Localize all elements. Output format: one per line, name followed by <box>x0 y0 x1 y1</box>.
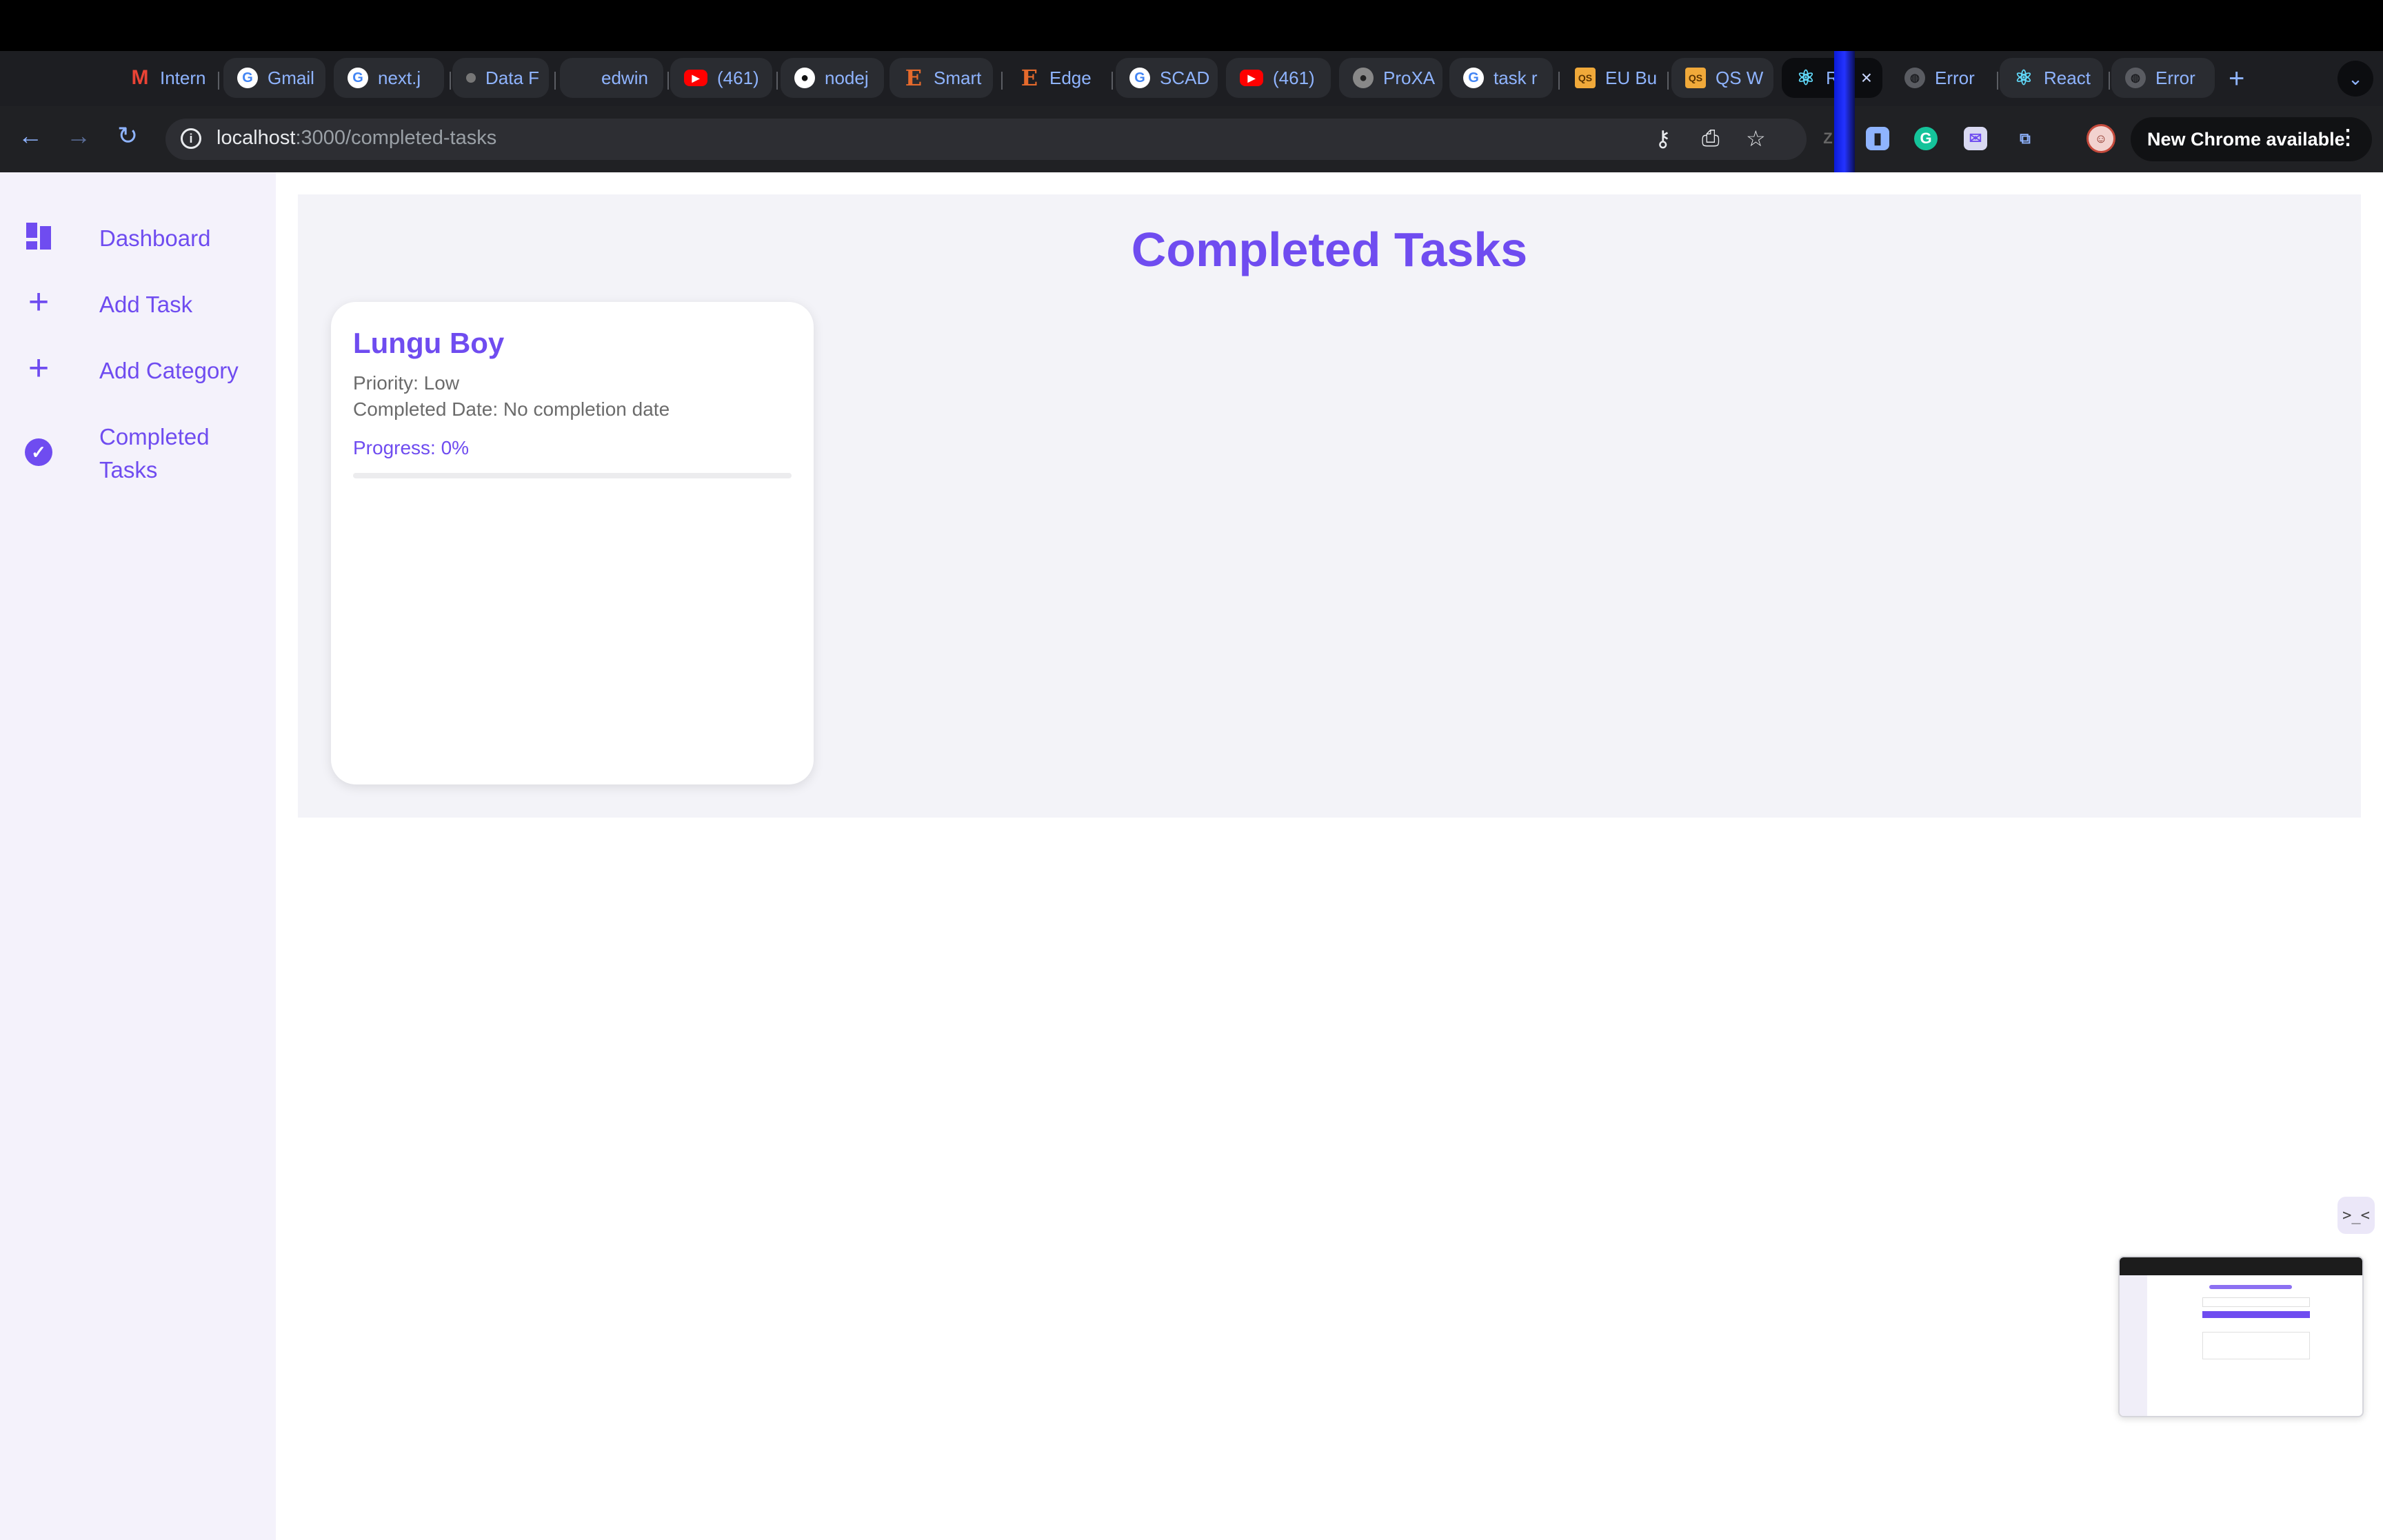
tab-separator <box>450 72 451 90</box>
tab-gmail-intern[interactable]: M Intern <box>116 58 212 98</box>
gmail-icon: M <box>131 66 149 89</box>
tab-search-chevron-icon[interactable]: ⌄ <box>2337 61 2373 97</box>
tab-separator <box>1667 72 1669 90</box>
generic-site-icon <box>466 73 476 83</box>
reload-icon[interactable]: ↻ <box>117 121 138 150</box>
tab-data[interactable]: Data F <box>452 58 549 98</box>
tab-separator <box>667 72 669 90</box>
google-icon: G <box>348 68 368 88</box>
tab-proxa[interactable]: ● ProXA <box>1339 58 1442 98</box>
tab-separator <box>1997 72 1998 90</box>
window-titlebar <box>0 0 2383 51</box>
google-icon: G <box>237 68 258 88</box>
tab-youtube-2[interactable]: ▶ (461) <box>1226 58 1331 98</box>
tab-edge[interactable]: E Edge <box>1005 58 1109 98</box>
plus-icon: + <box>28 348 50 388</box>
tab-error-2[interactable]: ◍ Error <box>2111 58 2215 98</box>
tab-separator <box>218 72 219 90</box>
sidebar-item-completed-tasks[interactable]: ✓ Completed Tasks <box>25 421 237 487</box>
tab-separator <box>554 72 556 90</box>
google-icon: G <box>1129 68 1150 88</box>
tab-eu[interactable]: QS EU Bu <box>1561 58 1663 98</box>
dashboard-icon <box>25 222 52 250</box>
sidebar-item-add-category[interactable]: + Add Category <box>25 348 258 388</box>
task-progress-label: Progress: 0% <box>353 437 470 458</box>
tab-scad[interactable]: G SCAD <box>1116 58 1218 98</box>
task-card[interactable]: Lungu Boy Priority: Low Completed Date: … <box>331 302 814 784</box>
mail-extension-icon[interactable]: ✉ <box>1964 127 1987 150</box>
github-icon: ● <box>794 68 815 88</box>
tab-separator <box>1001 72 1003 90</box>
close-icon[interactable]: × <box>1861 67 1872 89</box>
tab-qs[interactable]: QS QS W <box>1671 58 1773 98</box>
url-text[interactable]: localhost:3000/completed-tasks <box>217 127 496 150</box>
tab-nodejs[interactable]: ● nodej <box>781 58 884 98</box>
site-info-icon[interactable]: i <box>181 128 201 149</box>
tab-nextjs[interactable]: G next.j <box>334 58 444 98</box>
sidebar-item-add-task[interactable]: + Add Task <box>25 282 258 322</box>
globe-icon: ◍ <box>2125 68 2146 88</box>
thumbnail-titlebar <box>2120 1257 2362 1275</box>
youtube-icon: ▶ <box>684 70 707 86</box>
new-tab-icon[interactable]: + <box>2229 63 2244 94</box>
tab-react[interactable]: ⚛ React <box>2000 58 2103 98</box>
install-app-icon[interactable]: ⎙ <box>1702 125 1720 152</box>
grammarly-icon[interactable]: G <box>1914 127 1938 150</box>
tab-smart[interactable]: E Smart <box>889 58 993 98</box>
update-chrome-button[interactable]: New Chrome available ⋮ <box>2131 117 2372 161</box>
e-logo-icon: E <box>1020 65 1038 91</box>
profile-avatar[interactable]: ☺ <box>2087 124 2115 153</box>
thumbnail-heading <box>2209 1285 2292 1289</box>
task-title: Lungu Boy <box>353 327 505 359</box>
tab-separator <box>1112 72 1113 90</box>
tab-youtube-1[interactable]: ▶ (461) <box>670 58 772 98</box>
globe-icon: ◍ <box>1904 68 1925 88</box>
tab-task[interactable]: G task r <box>1449 58 1553 98</box>
thumbnail-input <box>2202 1297 2310 1307</box>
tab-separator <box>2109 72 2110 90</box>
more-menu-icon[interactable]: ⋮ <box>2337 125 2358 150</box>
page-title: Completed Tasks <box>1131 223 1528 276</box>
tab-strip: M Intern G Gmail G next.j Data F edwin ▶… <box>0 51 2383 106</box>
devtools-toggle-button[interactable]: >_< <box>2337 1197 2375 1234</box>
preview-thumbnail[interactable] <box>2118 1256 2364 1417</box>
e-logo-icon: E <box>905 65 923 91</box>
react-icon: ⚛ <box>2014 66 2033 90</box>
tab-gmail[interactable]: G Gmail <box>223 58 325 98</box>
qs-icon: QS <box>1685 68 1706 88</box>
tab-error-1[interactable]: ◍ Error <box>1891 58 1991 98</box>
bookmark-star-icon[interactable]: ☆ <box>1746 125 1766 152</box>
react-icon: ⚛ <box>1796 66 1816 90</box>
tab-edwin[interactable]: edwin <box>560 58 663 98</box>
task-priority: Priority: Low <box>353 372 460 394</box>
forward-icon[interactable]: → <box>66 121 91 150</box>
thumbnail-button <box>2202 1311 2310 1318</box>
tab-separator <box>1558 72 1560 90</box>
reader-extension-icon[interactable]: ▮ <box>1866 127 1889 150</box>
progress-bar <box>353 473 792 478</box>
check-circle-icon: ✓ <box>25 438 52 466</box>
task-completed-date: Completed Date: No completion date <box>353 398 670 420</box>
github-icon: ● <box>1353 68 1374 88</box>
z-extension-icon[interactable]: Z <box>1816 127 1840 150</box>
tab-separator <box>776 72 778 90</box>
decorative-highlight <box>1834 51 1855 172</box>
extensions-puzzle-icon[interactable]: ⧉ <box>2013 127 2037 150</box>
qs-icon: QS <box>1575 68 1596 88</box>
password-key-icon[interactable]: ⚷ <box>1655 125 1671 152</box>
thumbnail-list <box>2202 1332 2310 1359</box>
back-icon[interactable]: ← <box>18 121 43 150</box>
tab-active-react[interactable]: ⚛ R × <box>1782 58 1882 98</box>
plus-icon: + <box>28 282 50 322</box>
thumbnail-sidebar <box>2120 1275 2147 1416</box>
sidebar-item-dashboard[interactable]: Dashboard <box>25 222 258 255</box>
google-icon: G <box>1463 68 1484 88</box>
youtube-icon: ▶ <box>1240 70 1263 86</box>
